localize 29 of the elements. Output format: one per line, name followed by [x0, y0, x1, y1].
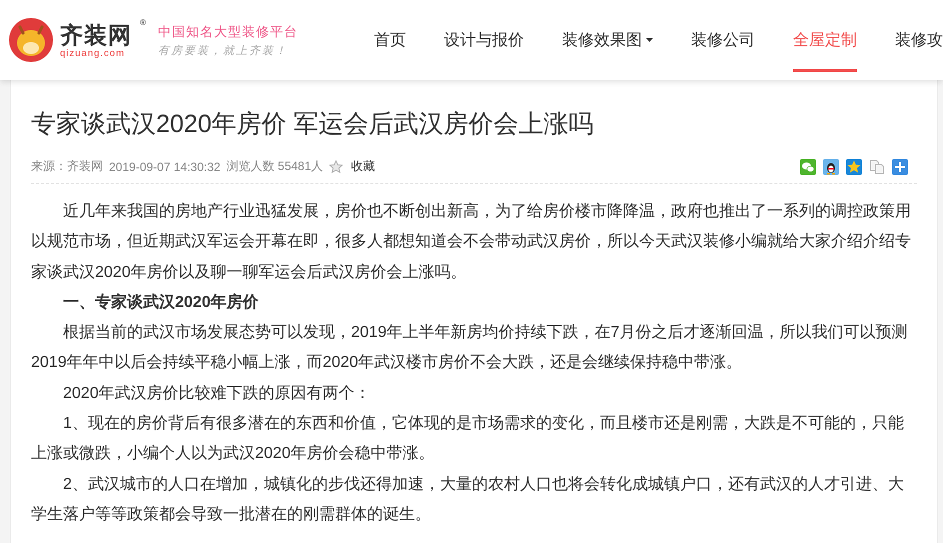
- section-heading: 一、专家谈武汉2020年房价: [62, 292, 260, 313]
- paragraph: 近几年来我国的房地产行业迅猛发展，房价也不断创出新高，为了给房价楼市降降温，政府也推出了一系列的调控政策用以规范市场，但近期武汉军运会开幕在即，很多人都想知道会不会带动武汉房价，所以今天武汉装修小编就给大家介绍介绍专家谈武汉2020年房价以及聊一聊军运会后武汉房价会上涨吗。: [31, 202, 912, 283]
- publish-time: 2019-09-07 14:30:32: [109, 160, 220, 174]
- article-title: 专家谈武汉2020年房价 军运会后武汉房价会上涨吗: [31, 109, 595, 140]
- source-label: 来源：齐装网: [31, 158, 103, 175]
- logo-mascot-icon[interactable]: [8, 17, 54, 63]
- nav-link[interactable]: 首页: [374, 8, 406, 72]
- nav-link[interactable]: 装修攻: [895, 8, 943, 72]
- slogan: 中国知名大型装修平台: [158, 22, 298, 40]
- nav-link[interactable]: 设计与报价: [444, 8, 524, 72]
- star-icon[interactable]: [329, 160, 344, 174]
- favorite-link[interactable]: 收藏: [351, 158, 376, 175]
- logo-name: 齐装网: [60, 22, 132, 48]
- star-icon[interactable]: [846, 158, 862, 174]
- view-count: 浏览人数 55481人: [226, 158, 324, 175]
- paragraph: 根据当前的武汉市场发展态势可以发现，2019年上半年新房均价持续下跌，在7月份之后才逐渐回温，所以我们可以预测2019年年中以后会持续平稳小幅上涨，而2020年武汉楼市房价不会大跌，还是会继续保持稳中带涨。: [31, 322, 908, 374]
- paragraph: 1、现在的房价背后有很多潜在的东西和价值，它体现的是市场需求的变化，而且楼市还是刚需，大跌是不可能的，只能上涨或微跌，小编个人以为武汉2020年房价会稳中带涨。: [31, 414, 905, 464]
- plus-icon[interactable]: [892, 158, 908, 174]
- nav-link[interactable]: 装修公司: [691, 8, 755, 72]
- slogan-subtitle: 有房要装，就上齐装！: [158, 44, 289, 58]
- paragraph: 2、武汉城市的人口在增加，城镇化的步伐还得加速，大量的农村人口也将会转化成城镇户口，还有武汉的人才引进、大学生落户等等政策都会导致一批潜在的刚需群体的诞生。: [31, 474, 905, 525]
- logo-domain: qizuang.com: [60, 48, 126, 58]
- penguin-icon[interactable]: [823, 158, 839, 174]
- copy-icon[interactable]: [869, 158, 885, 174]
- paragraph: 2020年武汉房价比较难下跌的原因有两个：: [62, 384, 372, 404]
- registered-mark: ®: [140, 18, 146, 26]
- chat-bubbles-icon[interactable]: [800, 158, 816, 174]
- nav-link[interactable]: 装修效果图: [562, 8, 653, 72]
- caret-icon: [646, 38, 653, 42]
